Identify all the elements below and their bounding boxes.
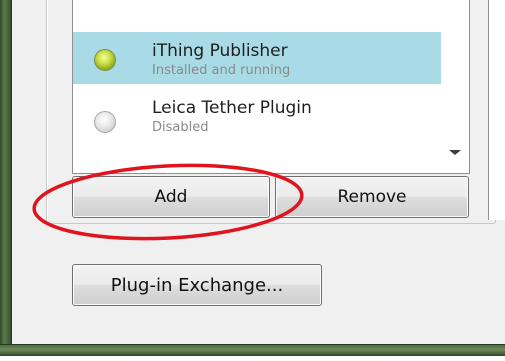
window-frame-left — [0, 0, 12, 356]
details-panel-edge — [488, 0, 505, 220]
add-button[interactable]: Add — [72, 176, 270, 218]
scroll-down-arrow-icon[interactable] — [449, 150, 461, 155]
plugin-name: iThing Publisher — [152, 41, 288, 61]
list-item[interactable] — [73, 0, 463, 32]
plugin-name: Leica Tether Plugin — [152, 98, 312, 118]
plugin-status: Disabled — [152, 120, 209, 135]
plugin-status: Installed and running — [152, 63, 291, 78]
list-scrollbar[interactable] — [441, 0, 469, 173]
list-item-leica-tether-plugin[interactable]: Leica Tether Plugin Disabled — [73, 84, 463, 136]
list-item-ithing-publisher[interactable]: iThing Publisher Installed and running — [73, 32, 463, 84]
plugin-exchange-button[interactable]: Plug-in Exchange... — [72, 264, 322, 306]
remove-button[interactable]: Remove — [275, 176, 469, 218]
green-light-icon — [94, 49, 116, 71]
plugin-list[interactable]: iThing Publisher Installed and running L… — [72, 0, 470, 174]
gray-light-icon — [94, 111, 116, 133]
window-frame-bottom — [0, 344, 505, 356]
